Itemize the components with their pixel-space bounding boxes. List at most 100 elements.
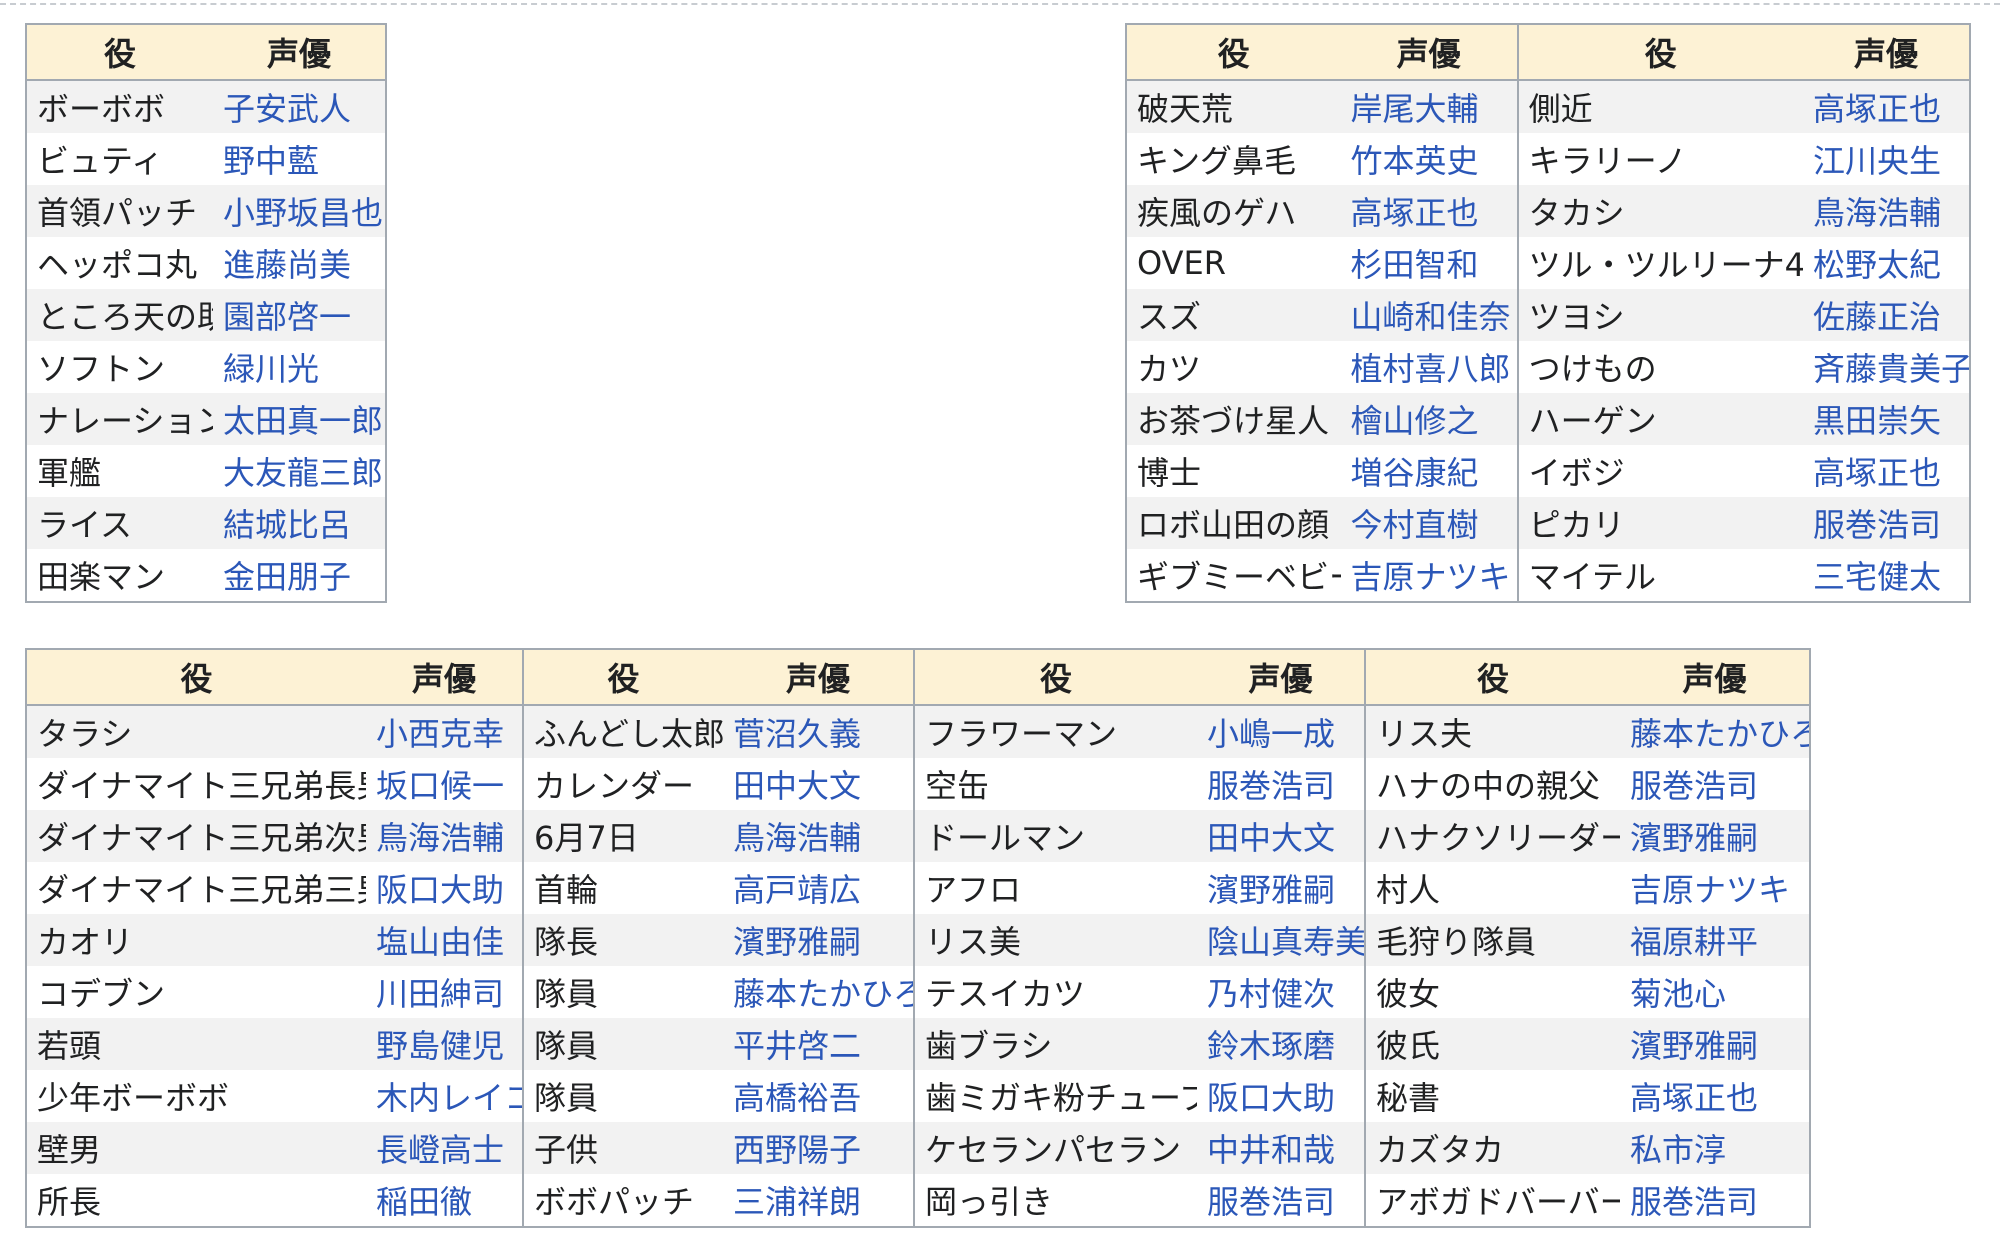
voice-actor-link[interactable]: 野島健児 <box>366 1018 523 1070</box>
table-row: OVER 杉田智和ツル・ツルリーナ4世松野太紀 <box>1126 237 1970 289</box>
voice-actor-link[interactable]: 鳥海浩輔 <box>366 810 523 862</box>
role-cell: タラシ <box>26 705 366 758</box>
voice-actor-link[interactable]: 塩山由佳 <box>366 914 523 966</box>
voice-actor-link[interactable]: 木内レイコ <box>366 1070 523 1122</box>
cast-table-3: 役声優役声優役声優役声優 タラシ 小西克幸 ふんどし太郎 菅沼久義 フラワーマン 小嶋一成リ… <box>25 648 1811 1228</box>
voice-actor-link[interactable]: 竹本英史 <box>1341 133 1518 185</box>
voice-actor-link[interactable]: 檜山修之 <box>1340 393 1518 445</box>
role-cell: 側近 <box>1516 80 1803 133</box>
voice-actor-link[interactable]: 濱野雅嗣 <box>1620 1018 1810 1070</box>
voice-actor-link[interactable]: 阪口大助 <box>366 862 523 914</box>
voice-actor-link[interactable]: 西野陽子 <box>723 1122 914 1174</box>
table-row: ソフトン 緑川光 <box>26 341 386 393</box>
voice-actor-link[interactable]: 菊池心 <box>1620 966 1810 1018</box>
role-cell: 歯ブラシ <box>913 1018 1197 1070</box>
voice-actor-link[interactable]: 子安武人 <box>213 80 386 133</box>
voice-actor-link[interactable]: 田中大文 <box>1197 810 1365 862</box>
voice-actor-link[interactable]: 高戸靖広 <box>723 862 914 914</box>
voice-actor-link[interactable]: 高塚正也 <box>1803 80 1970 133</box>
role-cell: 村人 <box>1364 862 1620 914</box>
voice-actor-link[interactable]: 服巻浩司 <box>1197 758 1365 810</box>
role-cell: ナレーション <box>26 393 214 445</box>
voice-actor-link[interactable]: 私市淳 <box>1620 1122 1810 1174</box>
voice-actor-link[interactable]: 菅沼久義 <box>723 705 914 758</box>
table-row: ダイナマイト三兄弟長男 坂口候一 カレンダー 田中大文 空缶 服巻浩司 ハナの中の親父 服巻浩… <box>26 758 1810 810</box>
voice-actor-link[interactable]: 三浦祥朗 <box>723 1174 914 1227</box>
voice-actor-link[interactable]: 藤本たかひろ <box>1620 705 1810 758</box>
voice-actor-link[interactable]: 阪口大助 <box>1197 1070 1365 1122</box>
role-cell: 歯ミガキ粉チューブ <box>913 1070 1197 1122</box>
voice-actor-link[interactable]: 高塚正也 <box>1803 445 1970 497</box>
role-cell: キラリーノ <box>1516 133 1803 185</box>
voice-actor-link[interactable]: 三宅健太 <box>1803 549 1970 602</box>
voice-actor-link[interactable]: 濱野雅嗣 <box>1197 862 1365 914</box>
voice-actor-link[interactable]: 稲田徹 <box>366 1174 523 1227</box>
voice-actor-link[interactable]: 山崎和佳奈 <box>1340 289 1518 341</box>
voice-actor-link[interactable]: 今村直樹 <box>1340 497 1518 549</box>
role-cell: 壁男 <box>26 1122 366 1174</box>
role-cell: 秘書 <box>1364 1070 1620 1122</box>
role-cell: 6月7日 <box>522 810 723 862</box>
voice-actor-link[interactable]: 濱野雅嗣 <box>1620 810 1810 862</box>
table-row: 少年ボーボボ 木内レイコ 隊員 高橋裕吾 歯ミガキ粉チューブ 阪口大助 秘書 高塚正也 <box>26 1070 1810 1122</box>
voice-actor-link[interactable]: 服巻浩司 <box>1620 1174 1810 1227</box>
role-cell: マイテル <box>1516 549 1803 602</box>
voice-actor-link[interactable]: 緑川光 <box>213 341 386 393</box>
role-cell: タカシ <box>1516 185 1803 237</box>
voice-actor-link[interactable]: 福原耕平 <box>1620 914 1810 966</box>
voice-actor-link[interactable]: 乃村健次 <box>1197 966 1365 1018</box>
voice-actor-link[interactable]: 濱野雅嗣 <box>723 914 914 966</box>
table-row: 疾風のゲハ 高塚正也 タカシ 鳥海浩輔 <box>1126 185 1970 237</box>
voice-actor-link[interactable]: 鈴木琢磨 <box>1197 1018 1365 1070</box>
voice-actor-link[interactable]: 藤本たかひろ <box>723 966 914 1018</box>
voice-actor-link[interactable]: 増谷康紀 <box>1341 445 1518 497</box>
voice-actor-link[interactable]: 吉原ナツキ <box>1341 549 1518 602</box>
voice-actor-link[interactable]: 坂口候一 <box>366 758 523 810</box>
voice-actor-link[interactable]: 田中大文 <box>723 758 914 810</box>
role-cell: テスイカツ <box>913 966 1197 1018</box>
voice-actor-link[interactable]: 結城比呂 <box>213 497 386 549</box>
voice-actor-link[interactable]: 高塚正也 <box>1620 1070 1810 1122</box>
role-cell: 首輪 <box>522 862 723 914</box>
voice-actor-link[interactable]: 服巻浩司 <box>1803 497 1970 549</box>
role-cell: 破天荒 <box>1126 80 1341 133</box>
voice-actor-link[interactable]: 野中藍 <box>213 133 386 185</box>
role-cell: ドールマン <box>913 810 1197 862</box>
voice-actor-link[interactable]: 大友龍三郎 <box>213 445 386 497</box>
voice-actor-link[interactable]: 高塚正也 <box>1340 185 1518 237</box>
table-row: 壁男 長嶝高士 子供 西野陽子 ケセランパセラン 中井和哉 カズタカ 私市淳 <box>26 1122 1810 1174</box>
table-row: ギブミーベビー 吉原ナツキ マイテル 三宅健太 <box>1126 549 1970 602</box>
voice-actor-link[interactable]: 植村喜八郎 <box>1341 341 1518 393</box>
voice-actor-link[interactable]: 平井啓二 <box>723 1018 914 1070</box>
voice-actor-link[interactable]: 小嶋一成 <box>1197 705 1365 758</box>
voice-actor-link[interactable]: 園部啓一 <box>213 289 386 341</box>
role-cell: OVER <box>1137 244 1226 282</box>
voice-actor-link[interactable]: 服巻浩司 <box>1197 1174 1365 1227</box>
voice-actor-link[interactable]: 斉藤貴美子 <box>1803 341 1970 393</box>
voice-actor-link[interactable]: 佐藤正治 <box>1803 289 1970 341</box>
voice-actor-link[interactable]: 吉原ナツキ <box>1620 862 1810 914</box>
voice-actor-link[interactable]: 鳥海浩輔 <box>1803 185 1970 237</box>
role-cell: ロボ山田の顔 <box>1126 497 1341 549</box>
voice-actor-link[interactable]: 黒田崇矢 <box>1803 393 1970 445</box>
voice-actor-link[interactable]: 鳥海浩輔 <box>723 810 914 862</box>
voice-actor-link[interactable]: 川田紳司 <box>366 966 523 1018</box>
voice-actor-link[interactable]: 杉田智和 <box>1341 237 1518 289</box>
voice-actor-link[interactable]: 進藤尚美 <box>213 237 386 289</box>
table-row: 破天荒 岸尾大輔 側近 高塚正也 <box>1126 80 1970 133</box>
voice-actor-link[interactable]: 松野太紀 <box>1803 237 1970 289</box>
voice-actor-link[interactable]: 江川央生 <box>1803 133 1970 185</box>
voice-actor-link[interactable]: 高橋裕吾 <box>723 1070 914 1122</box>
voice-actor-link[interactable]: 陰山真寿美 <box>1197 914 1365 966</box>
voice-actor-link[interactable]: 中井和哉 <box>1197 1122 1365 1174</box>
role-cell: 若頭 <box>26 1018 366 1070</box>
voice-actor-link[interactable]: 小西克幸 <box>366 705 523 758</box>
voice-actor-link[interactable]: 服巻浩司 <box>1620 758 1810 810</box>
voice-actor-link[interactable]: 小野坂昌也 <box>213 185 386 237</box>
role-cell: 彼氏 <box>1364 1018 1620 1070</box>
voice-actor-link[interactable]: 金田朋子 <box>213 549 386 602</box>
voice-actor-link[interactable]: 太田真一郎 <box>213 393 386 445</box>
voice-actor-link[interactable]: 岸尾大輔 <box>1340 80 1518 133</box>
role-cell: ダイナマイト三兄弟次男 <box>26 810 366 862</box>
voice-actor-link[interactable]: 長嶝高士 <box>366 1122 523 1174</box>
